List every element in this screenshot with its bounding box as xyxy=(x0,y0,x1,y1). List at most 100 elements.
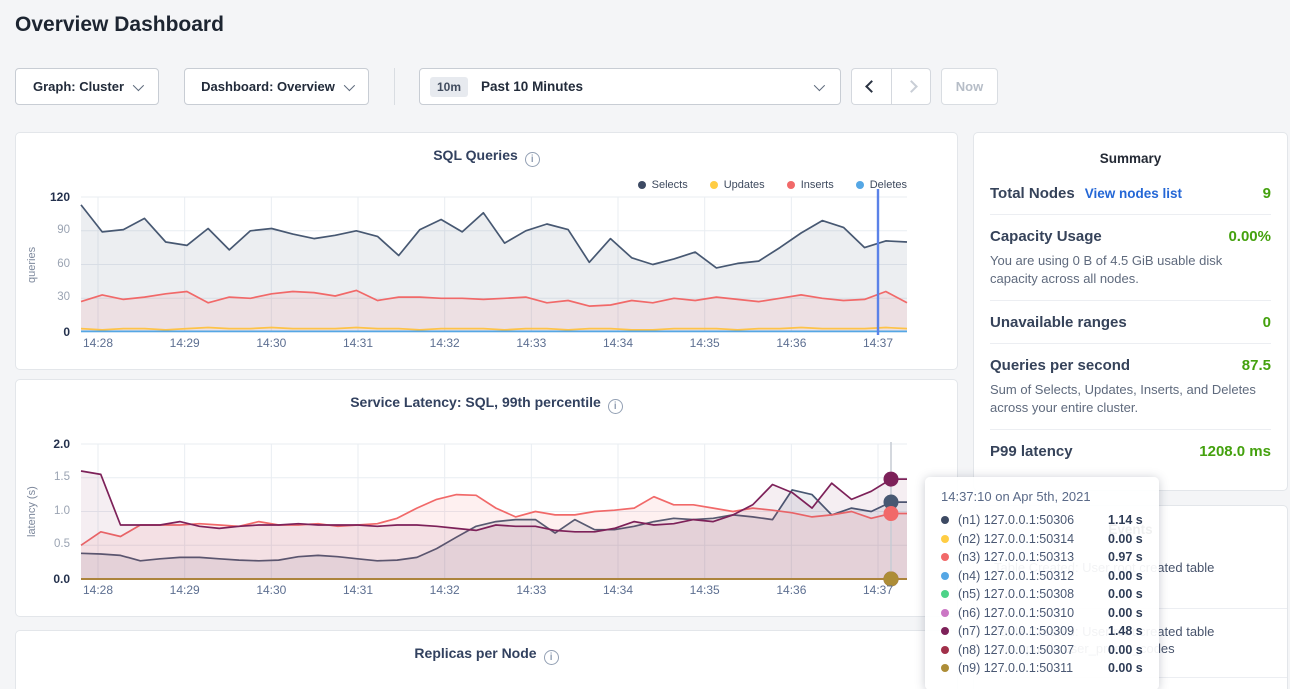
graph-dropdown[interactable]: Graph: Cluster xyxy=(15,68,159,105)
chevron-down-icon xyxy=(814,79,825,90)
summary-label: Capacity Usage xyxy=(990,228,1102,245)
time-range-badge: 10m xyxy=(430,77,468,97)
sql-queries-plot[interactable] xyxy=(81,195,907,340)
chevron-down-icon xyxy=(344,79,355,90)
dashboard-dropdown[interactable]: Dashboard: Overview xyxy=(184,68,369,105)
x-tick-label: 14:32 xyxy=(430,583,460,597)
chevron-left-icon xyxy=(865,80,878,93)
series-dot-icon xyxy=(941,535,949,543)
legend-dot-icon xyxy=(638,181,646,189)
legend-label: Deletes xyxy=(870,179,907,191)
tooltip-row: (n8) 127.0.0.1:503070.00 s xyxy=(941,641,1145,660)
summary-value: 0.00% xyxy=(1228,228,1271,245)
series-dot-icon xyxy=(941,664,949,672)
info-icon[interactable]: i xyxy=(608,399,623,414)
series-dot-icon xyxy=(941,553,949,561)
time-range-dropdown[interactable]: 10m Past 10 Minutes xyxy=(419,68,841,105)
latency-chart-title-text: Service Latency: SQL, 99th percentile xyxy=(350,394,601,410)
series-dot-icon xyxy=(941,572,949,580)
x-tick-label: 14:30 xyxy=(256,336,286,350)
legend-dot-icon xyxy=(856,181,864,189)
tooltip-node-name: (n4) 127.0.0.1:50312 xyxy=(958,569,1108,583)
sql-queries-chart-card: SQL Queries i Selects Updates Inserts Delete… xyxy=(15,132,958,370)
legend-item-deletes[interactable]: Deletes xyxy=(856,179,907,191)
x-tick-label: 14:32 xyxy=(430,336,460,350)
summary-row-unavailable-ranges: Unavailable ranges 0 xyxy=(990,301,1271,344)
y-tick-label: 0.0 xyxy=(53,572,70,586)
x-tick-label: 14:35 xyxy=(690,336,720,350)
replicas-chart-title-text: Replicas per Node xyxy=(414,645,536,661)
tooltip-node-value: 0.00 s xyxy=(1108,569,1143,583)
chart-hover-tooltip: 14:37:10 on Apr 5th, 2021 (n1) 127.0.0.1… xyxy=(925,477,1159,689)
tooltip-row: (n5) 127.0.0.1:503080.00 s xyxy=(941,585,1145,604)
dashboard-dropdown-label: Dashboard: Overview xyxy=(201,79,335,94)
tooltip-row: (n1) 127.0.0.1:503061.14 s xyxy=(941,511,1145,530)
time-forward-button[interactable] xyxy=(891,68,931,105)
x-tick-label: 14:33 xyxy=(516,336,546,350)
tooltip-row: (n4) 127.0.0.1:503120.00 s xyxy=(941,567,1145,586)
x-tick-label: 14:34 xyxy=(603,583,633,597)
tooltip-row: (n6) 127.0.0.1:503100.00 s xyxy=(941,604,1145,623)
tooltip-node-name: (n2) 127.0.0.1:50314 xyxy=(958,532,1108,546)
latency-chart-title: Service Latency: SQL, 99th percentile i xyxy=(16,394,957,414)
tooltip-node-value: 0.00 s xyxy=(1108,606,1143,620)
tooltip-row: (n9) 127.0.0.1:503110.00 s xyxy=(941,659,1145,678)
summary-subtext: You are using 0 B of 4.5 GiB usable disk… xyxy=(990,252,1271,288)
time-back-button[interactable] xyxy=(851,68,891,105)
y-tick-label: 90 xyxy=(57,224,70,236)
series-dot-icon xyxy=(941,590,949,598)
x-tick-label: 14:28 xyxy=(83,583,113,597)
page-title: Overview Dashboard xyxy=(15,13,224,37)
tooltip-rows: (n1) 127.0.0.1:503061.14 s(n2) 127.0.0.1… xyxy=(941,511,1145,678)
sql-chart-title-text: SQL Queries xyxy=(433,147,518,163)
summary-label: Queries per second xyxy=(990,357,1130,374)
toolbar: Graph: Cluster Dashboard: Overview 10m P… xyxy=(0,68,1290,105)
tooltip-node-value: 0.00 s xyxy=(1108,532,1143,546)
y-tick-label: 0 xyxy=(63,325,70,339)
tooltip-node-value: 1.48 s xyxy=(1108,624,1143,638)
tooltip-node-value: 0.00 s xyxy=(1108,643,1143,657)
tooltip-node-name: (n9) 127.0.0.1:50311 xyxy=(958,661,1108,675)
tooltip-node-name: (n3) 127.0.0.1:50313 xyxy=(958,550,1108,564)
legend-item-inserts[interactable]: Inserts xyxy=(787,179,834,191)
x-tick-label: 14:36 xyxy=(776,583,806,597)
sql-x-tick-labels: 14:2814:2914:3014:3114:3214:3314:3414:35… xyxy=(81,336,907,352)
x-tick-label: 14:29 xyxy=(170,336,200,350)
info-icon[interactable]: i xyxy=(525,152,540,167)
tooltip-row: (n2) 127.0.0.1:503140.00 s xyxy=(941,530,1145,549)
summary-row-capacity-usage: Capacity Usage 0.00% You are using 0 B o… xyxy=(990,215,1271,301)
summary-subtext: Sum of Selects, Updates, Inserts, and De… xyxy=(990,381,1271,417)
chevron-down-icon xyxy=(133,79,144,90)
view-nodes-list-link[interactable]: View nodes list xyxy=(1085,186,1182,201)
tooltip-node-value: 0.00 s xyxy=(1108,587,1143,601)
tooltip-node-name: (n8) 127.0.0.1:50307 xyxy=(958,643,1108,657)
x-tick-label: 14:28 xyxy=(83,336,113,350)
x-tick-label: 14:29 xyxy=(170,583,200,597)
chevron-right-icon xyxy=(905,80,918,93)
sql-chart-title: SQL Queries i xyxy=(16,147,957,167)
y-tick-label: 0.5 xyxy=(54,538,70,550)
graph-dropdown-label: Graph: Cluster xyxy=(33,79,124,94)
x-tick-label: 14:30 xyxy=(256,583,286,597)
summary-value: 0 xyxy=(1263,314,1271,331)
summary-title: Summary xyxy=(974,133,1287,166)
now-button[interactable]: Now xyxy=(941,68,998,105)
service-latency-plot[interactable] xyxy=(81,442,907,587)
replicas-chart-title: Replicas per Node i xyxy=(16,645,957,665)
time-range-label: Past 10 Minutes xyxy=(481,79,583,94)
service-latency-chart-card: Service Latency: SQL, 99th percentilei l… xyxy=(15,379,958,617)
x-tick-label: 14:33 xyxy=(516,583,546,597)
x-tick-label: 14:37 xyxy=(863,583,893,597)
x-tick-label: 14:31 xyxy=(343,583,373,597)
legend-item-updates[interactable]: Updates xyxy=(710,179,765,191)
summary-value: 1208.0 ms xyxy=(1199,443,1271,460)
tooltip-node-value: 0.97 s xyxy=(1108,550,1143,564)
summary-row-total-nodes: Total Nodes View nodes list 9 xyxy=(990,172,1271,215)
x-tick-label: 14:35 xyxy=(690,583,720,597)
y-tick-label: 1.5 xyxy=(54,471,70,483)
y-tick-label: 30 xyxy=(57,291,70,303)
x-tick-label: 14:31 xyxy=(343,336,373,350)
info-icon[interactable]: i xyxy=(544,650,559,665)
legend-item-selects[interactable]: Selects xyxy=(638,179,688,191)
summary-value: 9 xyxy=(1263,185,1271,202)
